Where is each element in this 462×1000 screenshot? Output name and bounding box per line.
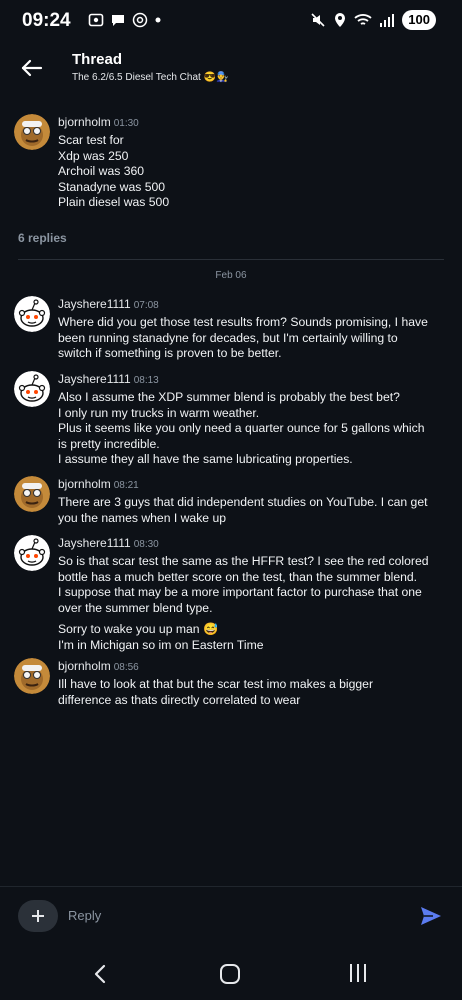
send-icon[interactable] bbox=[420, 906, 442, 926]
system-navigation-bar bbox=[0, 950, 462, 1000]
replies-count: 6 replies bbox=[18, 231, 67, 245]
message-line: is pretty incredible. bbox=[58, 436, 160, 451]
signal-icon bbox=[380, 14, 395, 27]
status-icons-left bbox=[88, 12, 162, 28]
thread-header: Thread The 6.2/6.5 Diesel Tech Chat 😎👨‍🔧 bbox=[0, 40, 462, 98]
message-time: 08:13 bbox=[133, 375, 159, 386]
message-line: Also I assume the XDP summer blend is pr… bbox=[58, 390, 400, 404]
bjornholm-avatar-icon bbox=[14, 476, 50, 512]
avatar[interactable] bbox=[14, 476, 50, 512]
username[interactable]: Jayshere1111 bbox=[58, 372, 131, 386]
status-bar: 09:24 100 bbox=[0, 0, 462, 40]
reddit-snoo-avatar-icon bbox=[14, 535, 50, 571]
threads-icon bbox=[132, 12, 148, 28]
username[interactable]: bjornholm bbox=[58, 477, 111, 491]
mute-icon bbox=[311, 13, 325, 27]
username[interactable]: bjornholm bbox=[58, 115, 111, 129]
plus-icon bbox=[32, 910, 44, 922]
message-line: been running stanadyne for decades, but … bbox=[58, 330, 398, 345]
bjornholm-avatar-icon bbox=[14, 658, 50, 694]
location-icon bbox=[335, 13, 346, 27]
message-text: So is that scar test the same as the HFF… bbox=[58, 554, 454, 653]
message-time: 07:08 bbox=[133, 300, 159, 311]
status-icons-right: 100 bbox=[310, 10, 436, 30]
message-text: There are 3 guys that did independent st… bbox=[58, 495, 454, 526]
message-line: There are 3 guys that did independent st… bbox=[58, 495, 428, 509]
bjornholm-avatar-icon bbox=[14, 114, 50, 150]
add-attachment-button[interactable] bbox=[18, 900, 58, 932]
screenshot-icon bbox=[88, 13, 104, 27]
avatar[interactable] bbox=[14, 535, 50, 571]
divider bbox=[0, 886, 462, 887]
reply-input[interactable]: Reply bbox=[68, 908, 101, 923]
message-line: So is that scar test the same as the HFF… bbox=[58, 554, 429, 568]
username[interactable]: Jayshere1111 bbox=[58, 297, 131, 311]
message-line: Plus it seems like you only need a quart… bbox=[58, 421, 425, 435]
message-line: over the summer blend type. bbox=[58, 600, 213, 615]
message-time: 08:30 bbox=[133, 539, 159, 550]
message-time: 08:56 bbox=[113, 662, 139, 673]
username[interactable]: bjornholm bbox=[58, 659, 111, 673]
message-line: bottle has a much better score on the te… bbox=[58, 569, 418, 584]
message-time: 01:30 bbox=[113, 118, 139, 129]
nav-back-icon[interactable] bbox=[93, 964, 107, 984]
nav-recents-icon[interactable] bbox=[350, 964, 366, 982]
back-arrow-icon[interactable] bbox=[18, 54, 46, 82]
message-text: Scar test for Xdp was 250 Archoil was 36… bbox=[58, 133, 170, 209]
wifi-icon bbox=[354, 14, 372, 25]
message-line: you the names when I wake up bbox=[58, 510, 227, 525]
username[interactable]: Jayshere1111 bbox=[58, 536, 131, 550]
message-line: I'm in Michigan so im on Eastern Time bbox=[58, 637, 264, 652]
divider bbox=[18, 259, 444, 260]
message-line: I only run my trucks in warm weather. bbox=[58, 405, 260, 420]
message-line: Ill have to look at that but the scar te… bbox=[58, 677, 374, 691]
message-line: Sorry to wake you up man 😅 bbox=[58, 622, 219, 636]
avatar[interactable] bbox=[14, 658, 50, 694]
status-time: 09:24 bbox=[22, 10, 71, 31]
avatar[interactable] bbox=[14, 296, 50, 332]
chat-bubble-icon bbox=[112, 15, 124, 26]
message-line: I suppose that may be a more important f… bbox=[58, 585, 422, 599]
message-text: Also I assume the XDP summer blend is pr… bbox=[58, 390, 454, 468]
message-text: Where did you get those test results fro… bbox=[58, 315, 454, 362]
message-line: I assume they all have the same lubricat… bbox=[58, 452, 353, 466]
avatar[interactable] bbox=[14, 114, 50, 150]
message-time: 08:21 bbox=[113, 480, 139, 491]
page-title: Thread bbox=[72, 51, 123, 68]
message-line: Where did you get those test results fro… bbox=[58, 315, 428, 329]
nav-home-icon[interactable] bbox=[220, 964, 240, 984]
reddit-snoo-avatar-icon bbox=[14, 371, 50, 407]
battery-indicator: 100 bbox=[402, 10, 436, 30]
date-separator: Feb 06 bbox=[215, 270, 247, 281]
reply-composer: Reply bbox=[0, 888, 462, 946]
avatar[interactable] bbox=[14, 371, 50, 407]
message-line: difference as thats directly correlated … bbox=[58, 692, 301, 707]
dot-icon bbox=[155, 17, 161, 23]
message-line: switch if something is proven to be bett… bbox=[58, 346, 282, 360]
reddit-snoo-avatar-icon bbox=[14, 296, 50, 332]
channel-name[interactable]: The 6.2/6.5 Diesel Tech Chat 😎👨‍🔧 bbox=[72, 72, 228, 83]
message-text: Ill have to look at that but the scar te… bbox=[58, 677, 454, 708]
